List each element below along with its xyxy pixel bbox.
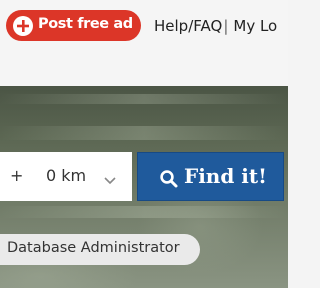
top-links: Help/FAQ| My Lo — [154, 17, 277, 35]
post-free-ad-label: Post free ad — [38, 16, 133, 32]
tag-chip-label: Database Administrator — [7, 240, 180, 256]
my-account-link[interactable]: My Lo — [233, 17, 277, 35]
post-free-ad-button[interactable]: Post free ad — [6, 10, 141, 41]
find-it-button[interactable]: Find it! — [137, 152, 284, 201]
tag-chip[interactable]: Database Administrator — [0, 234, 200, 265]
search-icon — [160, 170, 178, 188]
distance-value: 0 km — [46, 166, 87, 185]
hero-background-streak — [0, 94, 288, 104]
hero-background-streak — [0, 206, 288, 218]
distance-select[interactable]: + 0 km — [0, 152, 132, 201]
link-separator: | — [223, 17, 229, 35]
find-it-label: Find it! — [184, 164, 267, 188]
hero-background-streak — [0, 126, 288, 140]
distance-plus-sign: + — [10, 166, 24, 185]
top-header: Post free ad Help/FAQ| My Lo — [0, 0, 288, 86]
help-faq-link[interactable]: Help/FAQ — [154, 17, 222, 35]
chevron-down-icon — [103, 171, 117, 190]
plus-circle-icon — [13, 16, 33, 36]
